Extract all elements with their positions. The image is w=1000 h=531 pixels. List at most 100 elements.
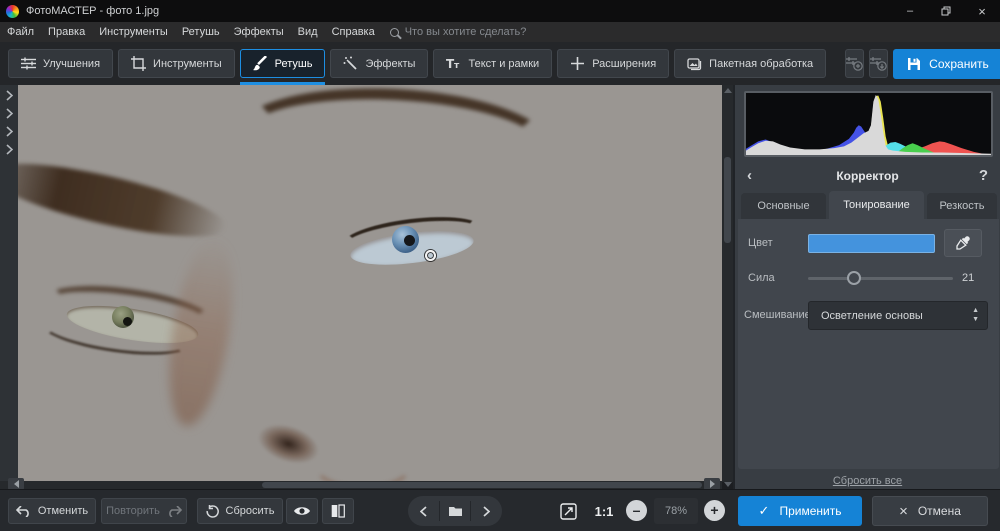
vertical-scrollbar[interactable] bbox=[722, 85, 733, 482]
plus-icon: + bbox=[710, 503, 718, 517]
compare-icon bbox=[331, 504, 345, 518]
expand-panel-chevron-icon[interactable] bbox=[6, 108, 13, 119]
panel-header: ‹ Корректор ? bbox=[735, 165, 1000, 189]
photo-canvas[interactable] bbox=[18, 85, 722, 482]
menu-search[interactable] bbox=[390, 26, 565, 38]
show-original-button[interactable] bbox=[286, 498, 318, 524]
restore-icon bbox=[941, 6, 951, 16]
strength-slider-handle[interactable] bbox=[847, 271, 861, 285]
menu-tools[interactable]: Инструменты bbox=[92, 22, 175, 42]
color-label: Цвет bbox=[748, 237, 773, 249]
fit-screen-button[interactable] bbox=[554, 498, 582, 524]
search-icon bbox=[390, 28, 399, 37]
undo-button[interactable]: Отменить bbox=[8, 498, 96, 524]
eyedropper-button[interactable] bbox=[944, 229, 982, 257]
tab-sharpness[interactable]: Резкость bbox=[927, 193, 997, 219]
check-icon: ✓ bbox=[759, 503, 770, 519]
horizontal-scrollbar[interactable] bbox=[0, 481, 722, 489]
minus-icon: – bbox=[633, 503, 641, 517]
blend-mode-select[interactable]: Осветление основы ▲ ▼ bbox=[808, 301, 988, 330]
menu-retouch[interactable]: Ретушь bbox=[175, 22, 227, 42]
tab-extensions[interactable]: Расширения bbox=[557, 49, 669, 78]
close-button[interactable]: × bbox=[964, 0, 1000, 22]
menu-help[interactable]: Справка bbox=[325, 22, 382, 42]
menu-view[interactable]: Вид bbox=[291, 22, 325, 42]
vertical-scrollbar-thumb[interactable] bbox=[724, 157, 731, 243]
main-toolbar: Улучшения Инструменты Ретушь Эффекты Tт … bbox=[0, 42, 1000, 85]
panel-title: Корректор bbox=[735, 169, 1000, 183]
fullscreen-icon bbox=[560, 503, 577, 520]
expand-panel-chevron-icon[interactable] bbox=[6, 144, 13, 155]
redo-button[interactable]: Повторить bbox=[101, 498, 187, 524]
expand-panel-chevron-icon[interactable] bbox=[6, 126, 13, 137]
apply-button[interactable]: ✓ Применить bbox=[738, 496, 862, 526]
spinner-arrows-icon[interactable]: ▲ ▼ bbox=[972, 306, 979, 324]
histogram bbox=[744, 91, 993, 157]
horizontal-scrollbar-thumb[interactable] bbox=[262, 482, 702, 488]
save-button[interactable]: Сохранить bbox=[893, 49, 1000, 79]
x-icon: × bbox=[899, 503, 908, 520]
preset-add-icon bbox=[846, 56, 863, 71]
strength-value: 21 bbox=[962, 272, 974, 284]
strength-label: Сила bbox=[748, 272, 775, 284]
prev-photo-button[interactable] bbox=[408, 496, 439, 526]
photo-navigator bbox=[408, 496, 502, 526]
eyedropper-icon bbox=[956, 236, 970, 250]
tab-toning[interactable]: Тонирование bbox=[829, 191, 924, 219]
toning-panel: Цвет Сила 21 Смешивание Осветление основ… bbox=[738, 219, 999, 469]
undo-icon bbox=[16, 506, 31, 517]
chevron-left-icon bbox=[420, 506, 427, 517]
preset-load-button[interactable] bbox=[869, 49, 888, 78]
collapsed-left-panel bbox=[0, 85, 18, 489]
preset-save-button[interactable] bbox=[845, 49, 864, 78]
reset-all-link[interactable]: Сбросить все bbox=[735, 475, 1000, 487]
zoom-100-button[interactable]: 1:1 bbox=[588, 498, 620, 524]
search-input[interactable] bbox=[405, 26, 565, 38]
color-swatch[interactable] bbox=[808, 234, 935, 253]
tab-enhancements[interactable]: Улучшения bbox=[8, 49, 113, 78]
reset-button[interactable]: Сбросить bbox=[197, 498, 283, 524]
tab-basic[interactable]: Основные bbox=[741, 193, 826, 219]
strength-slider[interactable] bbox=[808, 277, 953, 280]
window-title: ФотоМАСТЕР - фото 1.jpg bbox=[26, 5, 159, 17]
tab-text-frames[interactable]: Tт Текст и рамки bbox=[433, 49, 552, 78]
batch-photos-icon bbox=[687, 56, 702, 71]
open-folder-button[interactable] bbox=[440, 496, 471, 526]
text-icon: Tт bbox=[446, 56, 461, 71]
title-bar: ФотоМАСТЕР - фото 1.jpg – × bbox=[0, 0, 1000, 22]
scroll-down-icon[interactable] bbox=[724, 482, 732, 487]
eye-icon bbox=[293, 505, 311, 517]
right-panel: ‹ Корректор ? Основные Тонирование Резко… bbox=[733, 85, 1000, 489]
reset-icon bbox=[206, 505, 219, 518]
tab-tools[interactable]: Инструменты bbox=[118, 49, 235, 78]
photo-eye-right bbox=[338, 222, 486, 274]
expand-panel-chevron-icon[interactable] bbox=[6, 90, 13, 101]
restore-button[interactable] bbox=[928, 0, 964, 22]
next-photo-button[interactable] bbox=[471, 496, 502, 526]
help-icon[interactable]: ? bbox=[979, 167, 988, 184]
crop-icon bbox=[131, 56, 146, 71]
menu-bar: Файл Правка Инструменты Ретушь Эффекты В… bbox=[0, 22, 1000, 42]
cancel-button[interactable]: × Отмена bbox=[872, 496, 988, 526]
brush-icon bbox=[253, 56, 268, 71]
tab-retouch[interactable]: Ретушь bbox=[240, 49, 326, 78]
minimize-button[interactable]: – bbox=[892, 0, 928, 22]
zoom-in-button[interactable]: + bbox=[704, 500, 725, 521]
photo-nose-curve bbox=[307, 418, 420, 482]
brush-cursor bbox=[425, 250, 436, 261]
magic-wand-icon bbox=[343, 56, 358, 71]
histogram-svg bbox=[746, 93, 991, 155]
zoom-out-button[interactable]: – bbox=[626, 500, 647, 521]
close-icon: × bbox=[978, 4, 986, 19]
scroll-up-icon[interactable] bbox=[724, 88, 732, 93]
menu-file[interactable]: Файл bbox=[0, 22, 41, 42]
scroll-left-icon bbox=[14, 480, 19, 488]
blend-label: Смешивание bbox=[744, 309, 811, 321]
before-after-button[interactable] bbox=[322, 498, 354, 524]
tab-batch-processing[interactable]: Пакетная обработка bbox=[674, 49, 826, 78]
zoom-level[interactable]: 78% bbox=[654, 498, 698, 524]
menu-effects[interactable]: Эффекты bbox=[227, 22, 291, 42]
tab-effects[interactable]: Эффекты bbox=[330, 49, 428, 78]
menu-edit[interactable]: Правка bbox=[41, 22, 92, 42]
save-icon bbox=[907, 57, 921, 71]
